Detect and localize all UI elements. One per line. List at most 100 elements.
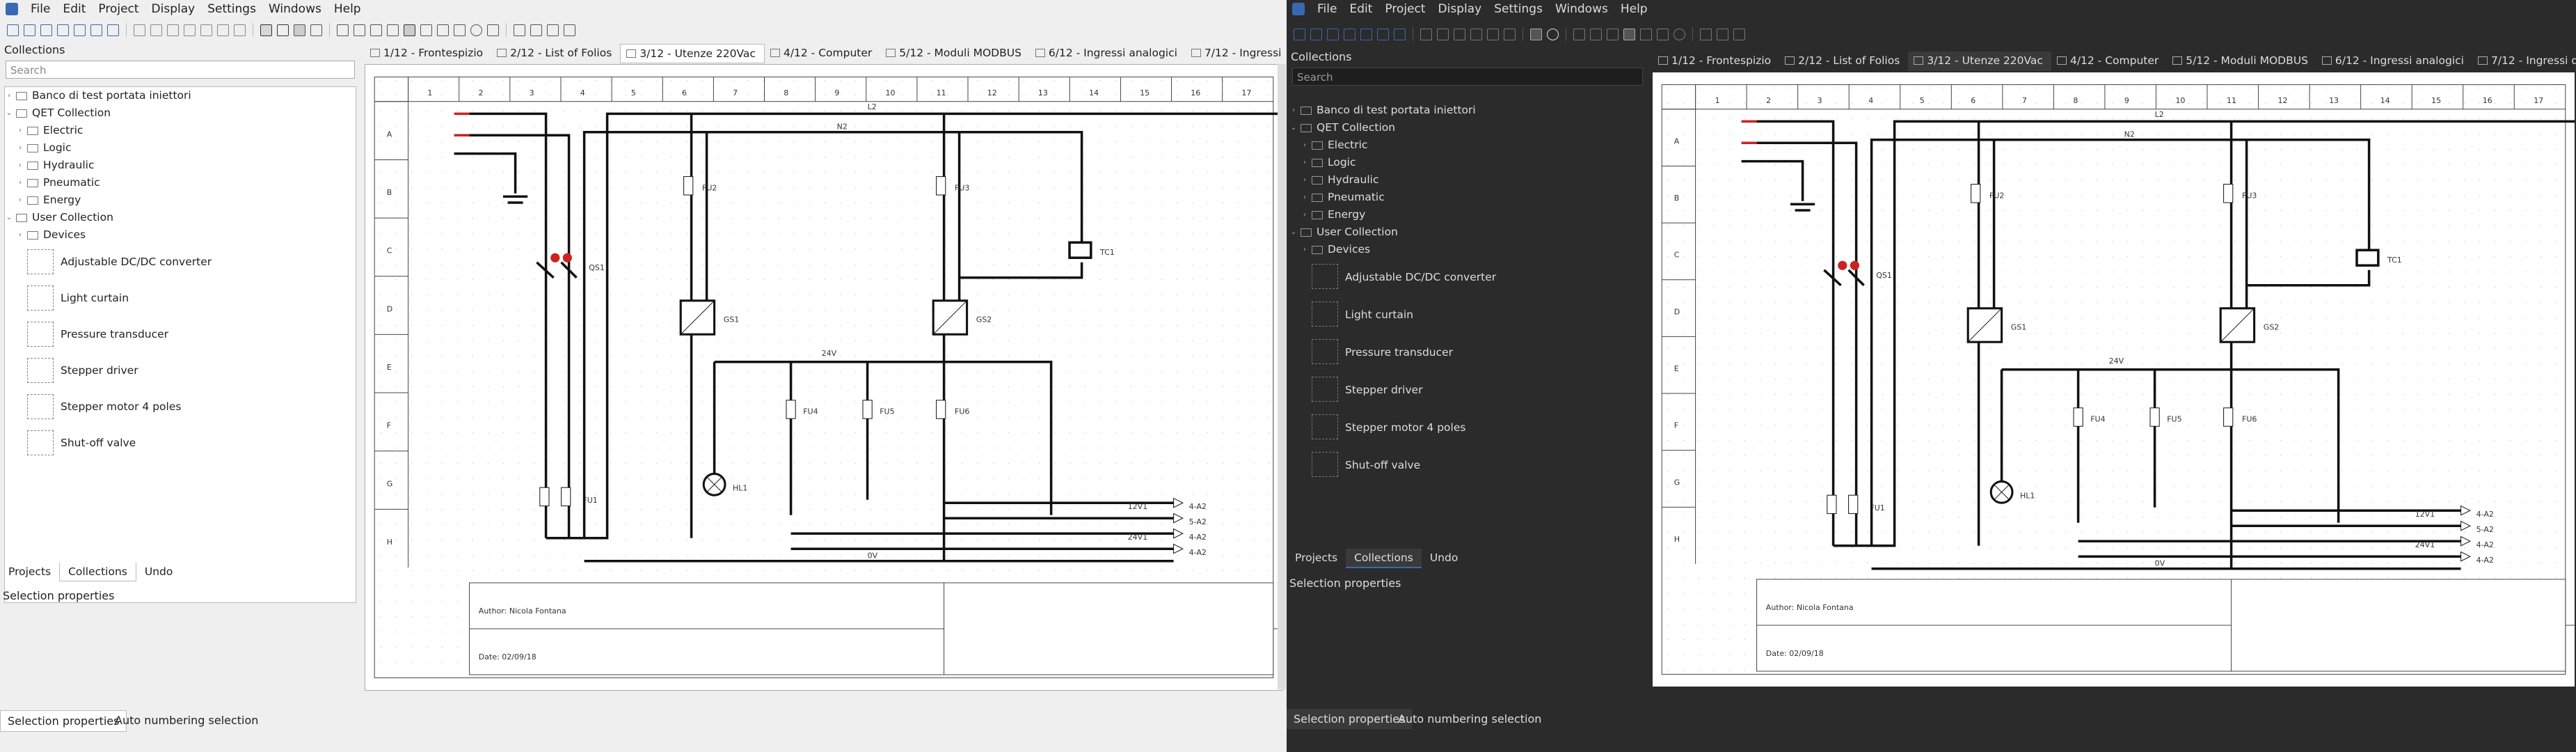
expand-arrow-icon[interactable]: › <box>16 174 24 191</box>
save-as-icon[interactable] <box>57 24 69 36</box>
folio-tab[interactable]: 3/12 - Utenze 220Vac <box>620 44 765 63</box>
folio-tab[interactable]: 5/12 - Moduli MODBUS <box>880 44 1030 63</box>
menu-help[interactable]: Help <box>1621 2 1648 16</box>
tree-item[interactable]: › Hydraulic <box>1289 171 1646 189</box>
expand-arrow-icon[interactable]: ⌄ <box>1289 119 1298 136</box>
close-project-icon[interactable] <box>107 24 119 36</box>
export-icon[interactable] <box>90 24 102 36</box>
tree-item[interactable]: ⌄ QET Collection <box>5 104 356 122</box>
tree-item[interactable]: ⌄ User Collection <box>1289 224 1646 241</box>
zoom-in-icon[interactable] <box>353 24 365 36</box>
expand-arrow-icon[interactable]: › <box>1289 102 1298 119</box>
open-icon[interactable] <box>24 24 35 36</box>
folio-tab[interactable]: 2/12 - List of Folios <box>1779 52 1908 71</box>
add-image-icon[interactable] <box>420 24 432 36</box>
add-polygon-icon[interactable] <box>487 24 499 36</box>
folio-tab[interactable]: 4/12 - Computer <box>765 44 880 63</box>
device-element-item[interactable]: Pressure transducer <box>1289 334 1646 371</box>
expand-arrow-icon[interactable]: › <box>1301 154 1309 171</box>
menu-help[interactable]: Help <box>334 2 361 16</box>
add-text-icon[interactable] <box>1640 28 1652 40</box>
tree-item[interactable]: ⌄ QET Collection <box>1289 119 1646 136</box>
tab-collections[interactable]: Collections <box>59 563 136 581</box>
align-icon[interactable] <box>514 24 525 36</box>
tree-item[interactable]: › Hydraulic <box>5 157 356 174</box>
delete-icon[interactable] <box>217 24 229 36</box>
expand-arrow-icon[interactable]: › <box>1301 171 1309 189</box>
paste-icon[interactable] <box>1487 28 1499 40</box>
tab-collections[interactable]: Collections <box>1346 549 1422 568</box>
expand-arrow-icon[interactable]: › <box>1301 189 1309 206</box>
raise-icon[interactable] <box>1733 28 1745 40</box>
new-icon[interactable] <box>1294 28 1305 40</box>
device-element-item[interactable]: Light curtain <box>1289 296 1646 334</box>
save-as-icon[interactable] <box>1344 28 1355 40</box>
zoom-in-icon[interactable] <box>1590 28 1602 40</box>
folio-tab[interactable]: 7/12 - Ingressi digitali <box>2472 52 2576 71</box>
menu-settings[interactable]: Settings <box>207 2 256 16</box>
expand-arrow-icon[interactable]: › <box>16 191 24 209</box>
copy-icon[interactable] <box>1470 28 1482 40</box>
menu-project[interactable]: Project <box>98 2 138 16</box>
raise-icon[interactable] <box>547 24 559 36</box>
tree-item[interactable]: › Devices <box>1289 241 1646 258</box>
add-rectangle-icon[interactable] <box>454 24 466 36</box>
folio-grid-icon[interactable] <box>404 24 415 36</box>
expand-arrow-icon[interactable]: › <box>1301 136 1309 154</box>
tree-item[interactable]: › Electric <box>1289 136 1646 154</box>
tree-item[interactable]: › Logic <box>1289 154 1646 171</box>
undo-icon[interactable] <box>134 24 145 36</box>
expand-arrow-icon[interactable]: › <box>16 139 24 157</box>
device-element-item[interactable]: Stepper driver <box>5 352 356 389</box>
select-icon[interactable] <box>260 24 272 36</box>
print-icon[interactable] <box>1360 28 1372 40</box>
menu-edit[interactable]: Edit <box>1349 2 1372 16</box>
folio-tab[interactable]: 5/12 - Moduli MODBUS <box>2167 52 2316 71</box>
close-project-icon[interactable] <box>1394 28 1406 40</box>
menu-file[interactable]: File <box>31 2 50 16</box>
schematic-canvas[interactable]: 1 2 3 4 5 6 7 8 9 10 11 12 13 14 15 16 17 A B C D E F G H Author:… <box>365 64 1283 691</box>
folio-tab[interactable]: 1/12 - Frontespizio <box>1653 52 1779 71</box>
menu-windows[interactable]: Windows <box>269 2 321 16</box>
tab-projects[interactable]: Projects <box>1287 549 1346 568</box>
menu-file[interactable]: File <box>1317 2 1337 16</box>
cut-icon[interactable] <box>1454 28 1465 40</box>
collections-search-input[interactable]: Search <box>6 61 355 79</box>
print-icon[interactable] <box>74 24 86 36</box>
save-icon[interactable] <box>1327 28 1339 40</box>
add-text-icon[interactable] <box>437 24 449 36</box>
folio-tab[interactable]: 4/12 - Computer <box>2051 52 2167 71</box>
delete-icon[interactable] <box>1504 28 1516 40</box>
schematic-canvas[interactable]: 1 2 3 4 5 6 7 8 9 10 11 12 13 14 15 16 17 A B C D E F G H Author:… <box>1653 72 2575 687</box>
folio-tab[interactable]: 1/12 - Frontespizio <box>365 44 491 63</box>
rotate-icon[interactable] <box>234 24 246 36</box>
tree-item[interactable]: ⌄ User Collection <box>5 209 356 226</box>
add-ellipse-icon[interactable] <box>470 24 482 36</box>
tree-item[interactable]: › Logic <box>5 139 356 157</box>
open-icon[interactable] <box>1310 28 1322 40</box>
copy-icon[interactable] <box>184 24 196 36</box>
folio-tab[interactable]: 6/12 - Ingressi analogici <box>1030 44 1186 63</box>
expand-arrow-icon[interactable]: › <box>16 122 24 139</box>
zoom-reset-icon[interactable] <box>387 24 399 36</box>
folio-tab[interactable]: 3/12 - Utenze 220Vac <box>1908 52 2051 71</box>
menu-project[interactable]: Project <box>1385 2 1425 16</box>
bring-front-icon[interactable] <box>530 24 542 36</box>
folio-tab[interactable]: 6/12 - Ingressi analogici <box>2316 52 2472 71</box>
device-element-item[interactable]: Adjustable DC/DC converter <box>5 244 356 280</box>
tree-item[interactable]: › Banco di test portata iniettori <box>1289 102 1646 119</box>
add-rectangle-icon[interactable] <box>1657 28 1669 40</box>
folio-grid-icon[interactable] <box>1623 28 1635 40</box>
folio-tab[interactable]: 2/12 - List of Folios <box>491 44 620 63</box>
grid-icon[interactable] <box>294 24 305 36</box>
menu-display[interactable]: Display <box>152 2 196 16</box>
theme-icon[interactable] <box>310 24 322 36</box>
add-ellipse-icon[interactable] <box>1673 28 1685 40</box>
save-icon[interactable] <box>40 24 52 36</box>
tab-projects[interactable]: Projects <box>0 563 59 581</box>
device-element-item[interactable]: Shut-off valve <box>5 425 356 461</box>
tab-undo[interactable]: Undo <box>136 563 182 581</box>
tree-item[interactable]: › Electric <box>5 122 356 139</box>
tree-item[interactable]: › Energy <box>5 191 356 209</box>
menu-settings[interactable]: Settings <box>1494 2 1543 16</box>
